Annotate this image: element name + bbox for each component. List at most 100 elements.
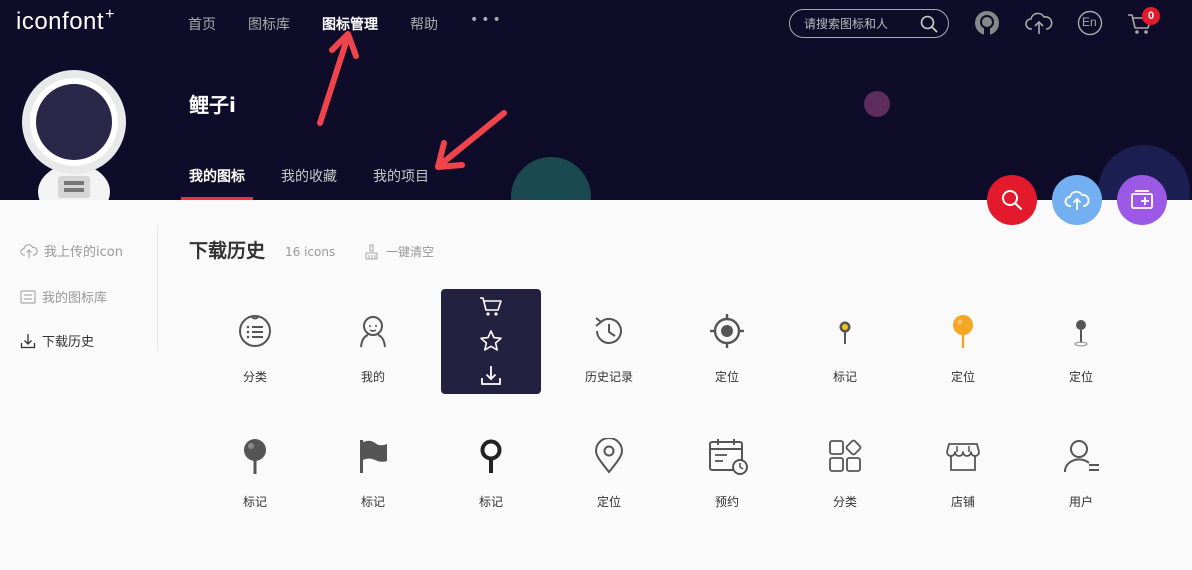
history-clock-icon xyxy=(595,317,622,344)
icon-label: 定位 xyxy=(596,495,621,509)
sidebar-item-label: 我的图标库 xyxy=(42,291,108,306)
icon-card[interactable]: 定位 xyxy=(913,296,1013,400)
icon-label: 历史记录 xyxy=(584,370,633,384)
download-icon xyxy=(481,366,501,385)
icon-label: 分类 xyxy=(832,495,857,509)
target-icon xyxy=(710,314,744,348)
lollipop-pin-icon xyxy=(953,315,973,348)
logo-text: iconfont xyxy=(16,8,105,35)
icon-card-hovered[interactable] xyxy=(441,289,541,394)
sidebar-item-uploaded[interactable]: 我上传的icon xyxy=(20,241,123,260)
icon-card[interactable]: 定位 xyxy=(677,296,777,400)
add-project-icon xyxy=(1131,190,1153,209)
upload-cloud-icon[interactable] xyxy=(1025,10,1053,38)
icon-label: 标记 xyxy=(832,370,857,384)
icon-label: 标记 xyxy=(242,495,267,509)
icon-label: 我的 xyxy=(360,370,385,384)
tab-my-projects[interactable]: 我的项目 xyxy=(373,166,429,200)
icon-label: 标记 xyxy=(478,495,503,509)
round-pin-icon xyxy=(244,439,266,474)
tab-my-favorites[interactable]: 我的收藏 xyxy=(281,166,337,200)
icon-card[interactable]: 店铺 xyxy=(913,421,1013,525)
icon-label: 定位 xyxy=(714,370,739,384)
icon-label: 分类 xyxy=(242,370,267,384)
pin-dot-icon xyxy=(839,321,851,344)
icon-card[interactable]: 标记 xyxy=(441,421,541,525)
sidebar-item-download-history[interactable]: 下载历史 xyxy=(20,331,94,350)
library-icon xyxy=(20,289,36,304)
decor-bubble-teal xyxy=(511,157,591,200)
logo-plus: + xyxy=(105,6,115,23)
github-icon[interactable] xyxy=(974,10,1002,38)
favorite-button[interactable] xyxy=(477,327,505,355)
cart-icon xyxy=(480,297,502,316)
upload-cloud-icon xyxy=(20,243,38,258)
sidebar-item-label: 下载历史 xyxy=(42,335,95,350)
avatar xyxy=(20,70,128,200)
nav-help[interactable]: 帮助 xyxy=(410,14,438,34)
icon-card[interactable]: 标记 xyxy=(205,421,305,525)
download-button[interactable] xyxy=(477,361,505,389)
icon-count: 16 icons xyxy=(285,245,336,259)
icon-card[interactable]: 用户 xyxy=(1031,421,1131,525)
top-nav: 首页 图标库 图标管理 帮助 ••• xyxy=(188,12,504,34)
ring-pin-icon xyxy=(480,439,502,473)
icon-card[interactable]: 定位 xyxy=(1031,296,1131,400)
sidebar-item-label: 我上传的icon xyxy=(44,245,123,260)
icon-card[interactable]: 定位 xyxy=(559,421,659,525)
fab-add-project-button[interactable] xyxy=(1117,175,1167,225)
cart-count-badge: 0 xyxy=(1142,7,1160,25)
fab-upload-button[interactable] xyxy=(1052,175,1102,225)
tab-my-icons[interactable]: 我的图标 xyxy=(189,166,245,200)
flag-icon xyxy=(360,440,387,473)
active-tab-indicator xyxy=(181,197,253,200)
icon-card[interactable]: 标记 xyxy=(323,421,423,525)
add-to-cart-button[interactable] xyxy=(477,293,505,321)
sidebar: 我上传的icon 我的图标库 下载历史 xyxy=(0,225,158,351)
icon-label: 用户 xyxy=(1068,495,1093,509)
icon-label: 标记 xyxy=(360,495,385,509)
small-pin-icon xyxy=(1074,320,1088,347)
search-box xyxy=(789,9,949,38)
download-icon xyxy=(20,333,36,348)
icon-card[interactable]: 标记 xyxy=(795,296,895,400)
icon-label: 定位 xyxy=(950,370,975,384)
shop-icon xyxy=(946,443,980,471)
nav-icon-library[interactable]: 图标库 xyxy=(248,14,290,34)
icon-label: 定位 xyxy=(1068,370,1093,384)
profile-username: 鲤子i xyxy=(189,93,236,117)
location-marker-icon xyxy=(594,438,624,474)
nav-icon-management[interactable]: 图标管理 xyxy=(322,14,378,34)
fab-search-button[interactable] xyxy=(987,175,1037,225)
search-icon xyxy=(1002,190,1023,211)
section-title: 下载历史 xyxy=(189,240,266,262)
language-label: En xyxy=(1082,15,1097,29)
nav-more-button[interactable]: ••• xyxy=(470,12,504,34)
icon-card[interactable]: 我的 xyxy=(323,296,423,400)
calendar-clock-icon xyxy=(709,439,748,475)
icon-label: 店铺 xyxy=(950,495,975,509)
upload-cloud-icon xyxy=(1064,190,1090,210)
clear-all-label: 一键清空 xyxy=(386,245,435,259)
iconfont-logo[interactable]: iconfont+ xyxy=(16,6,115,36)
broom-icon xyxy=(365,243,378,260)
sidebar-item-library[interactable]: 我的图标库 xyxy=(20,287,107,306)
user-list-icon xyxy=(1064,440,1099,473)
nav-home[interactable]: 首页 xyxy=(188,14,216,34)
user-face-icon xyxy=(360,316,386,348)
decor-bubble-purple xyxy=(864,91,890,117)
header: iconfont+ 首页 图标库 图标管理 帮助 ••• En 0 鲤子i 我的… xyxy=(0,0,1192,200)
star-icon xyxy=(480,330,502,351)
icon-label: 预约 xyxy=(714,495,739,509)
icon-card[interactable]: 分类 xyxy=(795,421,895,525)
search-input[interactable] xyxy=(804,16,914,32)
search-icon[interactable] xyxy=(920,15,938,37)
icon-card[interactable]: 历史记录 xyxy=(559,296,659,400)
list-circle-icon xyxy=(239,315,271,347)
clear-all-button[interactable]: 一键清空 xyxy=(364,243,434,260)
profile-tabs: 我的图标 我的收藏 我的项目 xyxy=(189,166,465,200)
language-toggle[interactable]: En xyxy=(1077,10,1105,38)
category-grid-icon xyxy=(829,439,862,472)
icon-card[interactable]: 分类 xyxy=(205,296,305,400)
icon-card[interactable]: 预约 xyxy=(677,421,777,525)
